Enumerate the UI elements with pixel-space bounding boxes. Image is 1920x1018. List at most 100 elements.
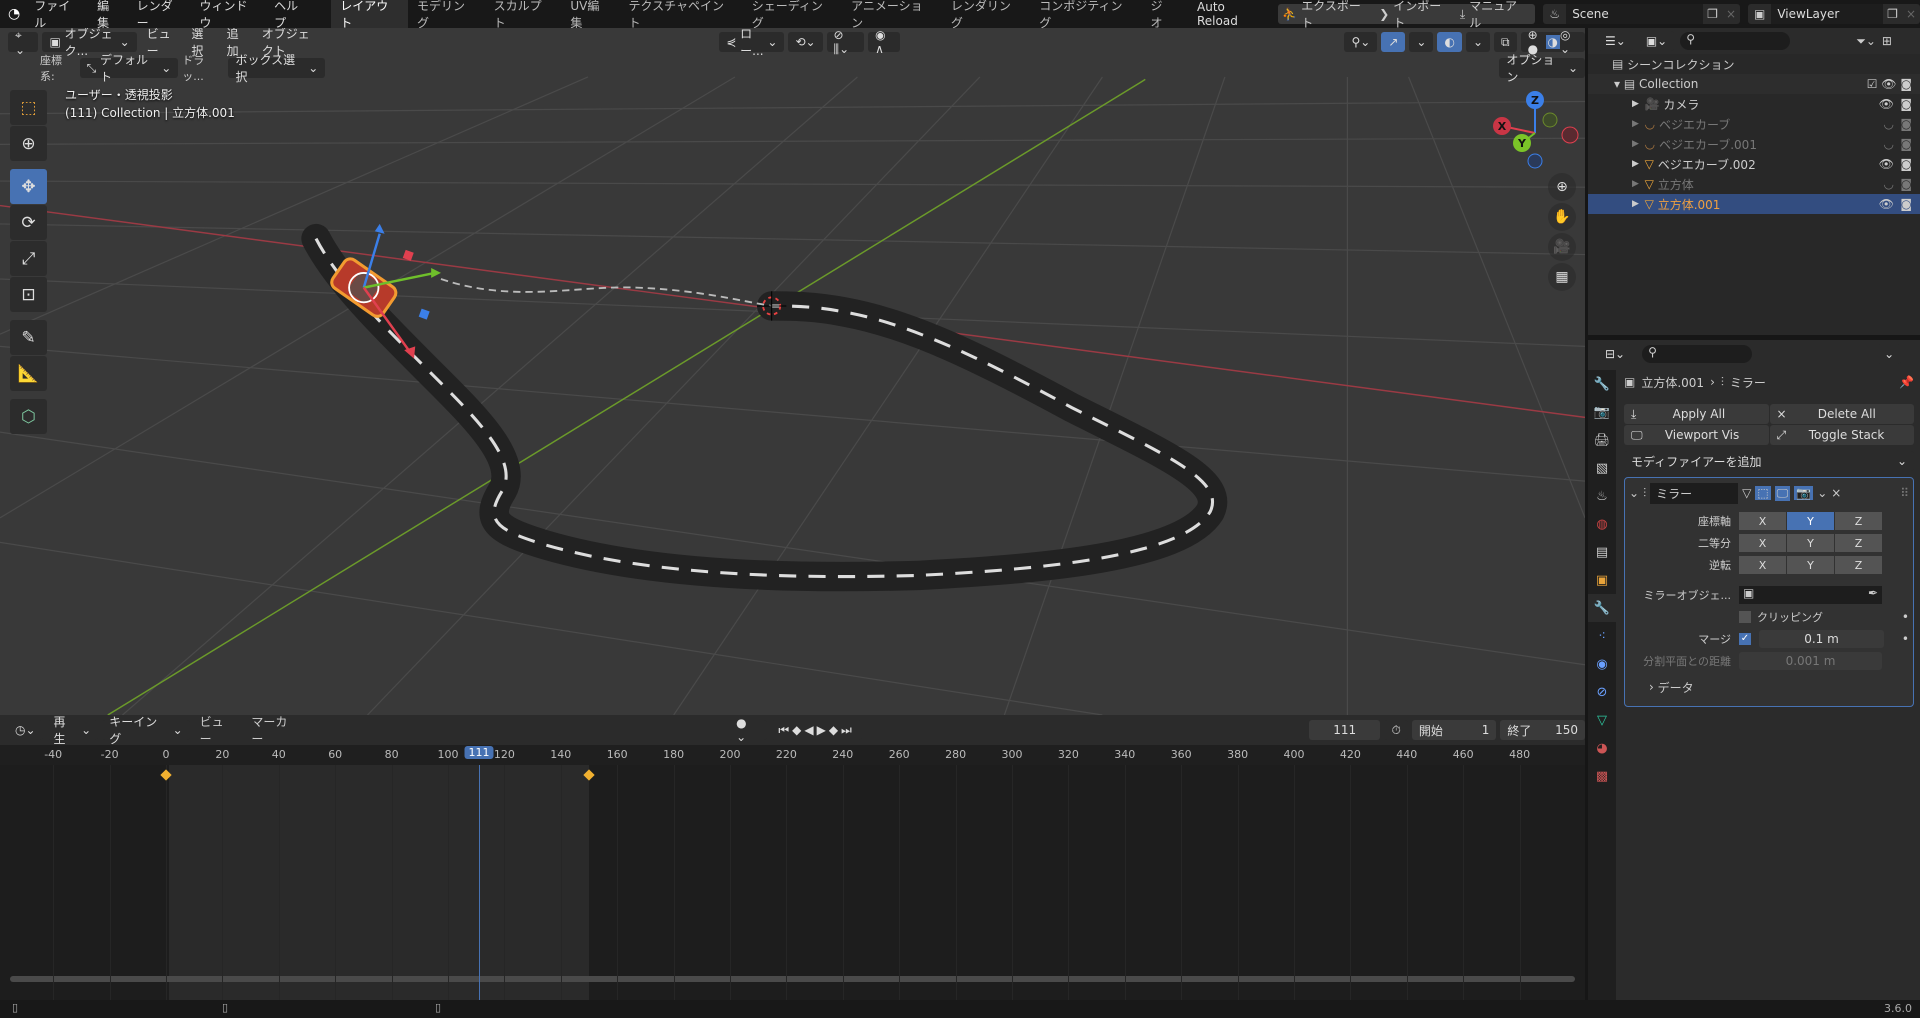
playhead-frame-label[interactable]: 111: [464, 746, 494, 759]
merge-value-field[interactable]: 0.1 m: [1759, 630, 1884, 648]
outliner-item[interactable]: ▶ ◡ ベジエカーブ.001 ◡ ◙: [1588, 134, 1920, 154]
pan-hand-icon[interactable]: ✋: [1548, 203, 1576, 231]
start-frame-field[interactable]: 開始 1: [1411, 720, 1497, 740]
marker-menu[interactable]: マーカー: [245, 713, 305, 747]
transform-tool[interactable]: ⊡: [10, 277, 47, 312]
viewport-toggle[interactable]: 🖵: [1774, 485, 1791, 501]
close-icon[interactable]: ×: [1902, 7, 1920, 21]
bisect-z-toggle[interactable]: Z: [1835, 534, 1882, 552]
scale-tool[interactable]: ⤢: [10, 241, 47, 276]
drag-dropdown[interactable]: ボックス選択 ⌄: [228, 53, 326, 84]
rotate-tool[interactable]: ⟳: [10, 205, 47, 240]
gizmo-toggle[interactable]: ↗: [1381, 32, 1406, 52]
add-cube-tool[interactable]: ⬡: [10, 399, 47, 434]
mirror-object-field[interactable]: ▣ ✒: [1739, 586, 1882, 604]
auto-keying-toggle[interactable]: ● ⌄: [729, 716, 768, 744]
playback-menu[interactable]: 再生 ⌄: [46, 715, 99, 746]
playback-controls[interactable]: ⏮◆◀▶◆⏭: [771, 720, 862, 740]
constraints-tab[interactable]: ⊘: [1588, 678, 1616, 706]
overlay-dropdown[interactable]: ⌄: [1465, 32, 1490, 52]
transform-orientation-dropdown[interactable]: ⋞ ロー... ⌄: [719, 28, 785, 58]
keying-menu[interactable]: キーイング ⌄: [102, 715, 190, 746]
outliner-item[interactable]: ▶ 🎥 カメラ 👁 ◙: [1588, 94, 1920, 114]
view-layer-icon[interactable]: ▣: [1748, 7, 1771, 21]
manual-button[interactable]: マニュアル: [1465, 0, 1535, 31]
axis-x-toggle[interactable]: X: [1739, 512, 1786, 530]
export-button[interactable]: エクスポート: [1301, 0, 1379, 31]
bisect-y-toggle[interactable]: Y: [1787, 534, 1834, 552]
tool-tab[interactable]: 🔧: [1588, 370, 1616, 398]
timeline-editor-type[interactable]: ◷⌄: [8, 720, 43, 740]
blender-logo-icon[interactable]: ◔: [8, 6, 20, 22]
options-dropdown[interactable]: オプション ⌄: [1499, 53, 1585, 84]
bisect-distance-field[interactable]: 0.001 m: [1739, 652, 1882, 670]
collection-tab[interactable]: ▤: [1588, 538, 1616, 566]
keyframe-dot[interactable]: •: [1902, 632, 1909, 646]
collapse-chevron-icon[interactable]: ⌄: [1629, 486, 1639, 500]
filter-icon[interactable]: ⏷⌄: [1856, 34, 1876, 49]
new-collection-icon[interactable]: ⊞: [1882, 34, 1892, 48]
proportional-editing-toggle[interactable]: ◉ ∧: [868, 28, 901, 56]
timeline-body[interactable]: [0, 765, 1585, 1000]
gizmo-dropdown[interactable]: ⌄: [1409, 32, 1434, 52]
outliner-search[interactable]: ⚲: [1680, 32, 1791, 50]
scene-icon[interactable]: ♨: [1543, 7, 1566, 21]
eye-icon[interactable]: 👁: [1879, 197, 1894, 211]
eye-closed-icon[interactable]: ◡: [1884, 117, 1894, 131]
expand-arrow-icon[interactable]: ▶: [1632, 179, 1645, 189]
eyedropper-icon[interactable]: ✒: [1868, 586, 1878, 604]
timeline-view-menu[interactable]: ビュー: [194, 713, 242, 747]
expand-arrow-icon[interactable]: ▶: [1632, 139, 1645, 149]
expand-arrow-icon[interactable]: ▶: [1632, 119, 1645, 129]
object-tab[interactable]: ▣: [1588, 566, 1616, 594]
menu-edit[interactable]: 編集: [89, 0, 128, 31]
clipping-checkbox[interactable]: [1739, 611, 1751, 623]
pivot-point-dropdown[interactable]: ⟲⌄: [788, 32, 823, 52]
render-camera-icon[interactable]: ◙: [1900, 137, 1912, 151]
new-view-layer-icon[interactable]: ❐: [1883, 7, 1902, 21]
collection-row[interactable]: ▾ ▤ Collection ☑ 👁 ◙: [1588, 74, 1920, 94]
preview-range-icon[interactable]: ⏱: [1384, 720, 1408, 740]
toggle-stack-button[interactable]: ⤢ Toggle Stack: [1769, 425, 1914, 445]
eye-icon[interactable]: 👁: [1879, 97, 1894, 111]
add-modifier-dropdown[interactable]: モディファイアーを追加 ⌄: [1624, 451, 1914, 471]
timeline-scrollbar[interactable]: [10, 976, 1575, 982]
end-frame-field[interactable]: 終了 150: [1500, 720, 1585, 740]
snap-toggle[interactable]: ⊘ ⫼⌄: [826, 28, 865, 56]
overlay-toggle[interactable]: ◐: [1437, 32, 1462, 52]
modifier-name-field[interactable]: ミラー: [1650, 482, 1739, 504]
properties-options[interactable]: ⌄: [1877, 344, 1902, 364]
bisect-x-toggle[interactable]: X: [1739, 534, 1786, 552]
render-camera-icon[interactable]: ◙: [1900, 157, 1912, 171]
cage-toggle[interactable]: ⬚: [1755, 486, 1771, 500]
playhead[interactable]: [479, 765, 481, 1000]
outliner-editor-type[interactable]: ☰⌄: [1598, 31, 1633, 51]
ortho-grid-icon[interactable]: ▦: [1548, 263, 1576, 291]
menu-file[interactable]: ファイル: [26, 0, 89, 31]
eye-icon[interactable]: 👁: [1879, 157, 1894, 171]
coord-system-dropdown[interactable]: ⤡ デフォルト ⌄: [79, 53, 179, 84]
output-tab[interactable]: 🖨: [1588, 426, 1616, 454]
close-icon[interactable]: ×: [1722, 7, 1740, 21]
scene-field[interactable]: Scene: [1566, 4, 1704, 24]
3d-viewport[interactable]: ⌖ ⌄ ▣ オブジェク... ⌄ ビュー 選択 追加 オブジェクト ⋞ ロー..…: [0, 28, 1585, 715]
menu-render[interactable]: レンダー: [129, 0, 192, 31]
current-frame-field[interactable]: 111: [1308, 720, 1381, 740]
auto-reload-button[interactable]: Auto Reload: [1197, 0, 1268, 28]
scene-collection-row[interactable]: ▤ シーンコレクション: [1588, 54, 1920, 74]
cursor-tool[interactable]: ⊕: [10, 126, 47, 161]
viewport-vis-button[interactable]: 🖵 Viewport Vis: [1624, 425, 1769, 445]
modifier-tab[interactable]: 🔧: [1588, 594, 1616, 622]
measure-tool[interactable]: 📐: [10, 356, 47, 391]
xray-toggle[interactable]: ⧉: [1494, 32, 1517, 52]
expand-arrow-icon[interactable]: ▶: [1632, 99, 1645, 109]
render-toggle[interactable]: 📷: [1794, 486, 1814, 500]
menu-help[interactable]: ヘルプ: [266, 0, 317, 31]
eye-closed-icon[interactable]: ◡: [1884, 137, 1894, 151]
annotate-tool[interactable]: ✎: [10, 320, 47, 355]
scene-tab[interactable]: ♨: [1588, 482, 1616, 510]
render-camera-icon[interactable]: ◙: [1900, 97, 1912, 111]
data-subpanel[interactable]: › データ: [1629, 676, 1909, 698]
drag-handle[interactable]: ⠿: [1900, 486, 1909, 500]
expand-arrow-icon[interactable]: ▶: [1632, 159, 1645, 169]
